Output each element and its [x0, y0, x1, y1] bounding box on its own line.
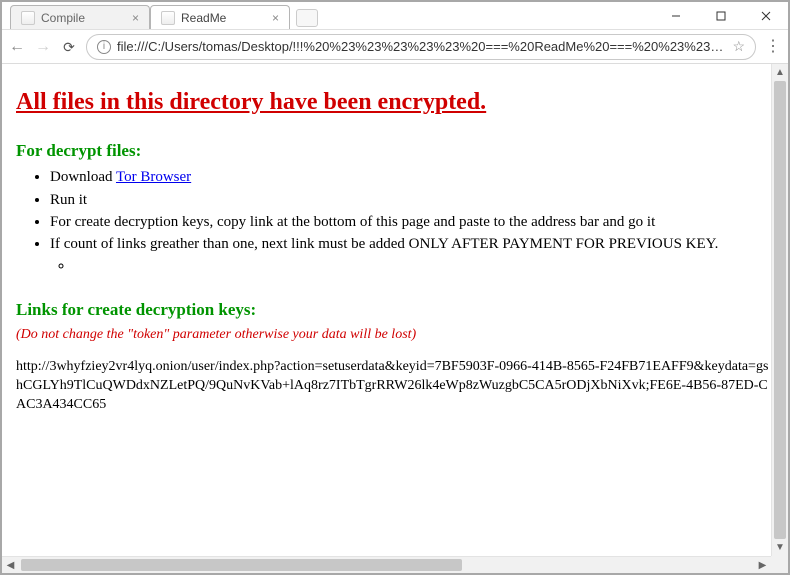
page-viewport: All files in this directory have been en… [2, 64, 788, 573]
maximize-button[interactable] [698, 2, 743, 30]
page-heading: All files in this directory have been en… [16, 86, 774, 118]
url-text: file:///C:/Users/tomas/Desktop/!!!%20%23… [117, 39, 726, 54]
tab-compile[interactable]: Compile × [10, 5, 150, 29]
token-warning: (Do not change the "token" parameter oth… [16, 326, 774, 345]
forward-button[interactable]: → [34, 38, 52, 56]
vertical-scrollbar[interactable]: ▲ ▼ [771, 64, 788, 556]
list-item: Run it [50, 190, 774, 210]
decrypt-steps-list: Download Tor Browser Run it For create d… [16, 167, 774, 276]
reload-button[interactable]: ⟳ [60, 38, 78, 56]
scroll-track[interactable] [19, 557, 754, 573]
window-controls [653, 2, 788, 29]
step-download-prefix: Download [50, 169, 116, 185]
minimize-button[interactable] [653, 2, 698, 30]
scroll-thumb[interactable] [774, 81, 786, 539]
favicon-icon [21, 11, 35, 25]
titlebar: Compile × ReadMe × [2, 2, 788, 30]
favicon-icon [161, 11, 175, 25]
tab-close-icon[interactable]: × [132, 11, 139, 25]
section-links-heading: Links for create decryption keys: [16, 299, 774, 322]
close-icon [761, 11, 771, 21]
section-decrypt-heading: For decrypt files: [16, 140, 774, 163]
menu-button[interactable]: ⋮ [764, 39, 782, 55]
list-item: If count of links greather than one, nex… [50, 234, 774, 277]
tab-title: Compile [41, 11, 85, 25]
step-count-links: If count of links greather than one, nex… [50, 236, 718, 252]
back-button[interactable]: ← [8, 38, 26, 56]
new-tab-button[interactable] [296, 9, 318, 27]
tor-browser-link[interactable]: Tor Browser [116, 169, 191, 185]
scroll-thumb[interactable] [21, 559, 462, 571]
tab-close-icon[interactable]: × [272, 11, 279, 25]
tab-readme[interactable]: ReadMe × [150, 5, 290, 29]
scroll-right-icon[interactable]: ▶ [754, 557, 771, 573]
browser-toolbar: ← → ⟳ i file:///C:/Users/tomas/Desktop/!… [2, 30, 788, 64]
maximize-icon [716, 11, 726, 21]
minimize-icon [671, 11, 681, 21]
list-item: For create decryption keys, copy link at… [50, 212, 774, 232]
onion-url: http://3whyfziey2vr4lyq.onion/user/index… [16, 358, 774, 415]
scroll-corner [771, 556, 788, 573]
address-bar[interactable]: i file:///C:/Users/tomas/Desktop/!!!%20%… [86, 34, 756, 60]
scroll-up-icon[interactable]: ▲ [772, 64, 788, 81]
scroll-left-icon[interactable]: ◀ [2, 557, 19, 573]
list-item: Download Tor Browser [50, 167, 774, 187]
site-info-icon[interactable]: i [97, 40, 111, 54]
ransom-note-page: All files in this directory have been en… [2, 64, 788, 455]
tab-strip: Compile × ReadMe × [2, 2, 653, 29]
bookmark-star-icon[interactable]: ☆ [732, 38, 745, 55]
tab-title: ReadMe [181, 11, 226, 25]
list-item-empty [74, 256, 774, 276]
close-button[interactable] [743, 2, 788, 30]
scroll-down-icon[interactable]: ▼ [772, 539, 788, 556]
nested-list [50, 256, 774, 276]
horizontal-scrollbar[interactable]: ◀ ▶ [2, 556, 771, 573]
